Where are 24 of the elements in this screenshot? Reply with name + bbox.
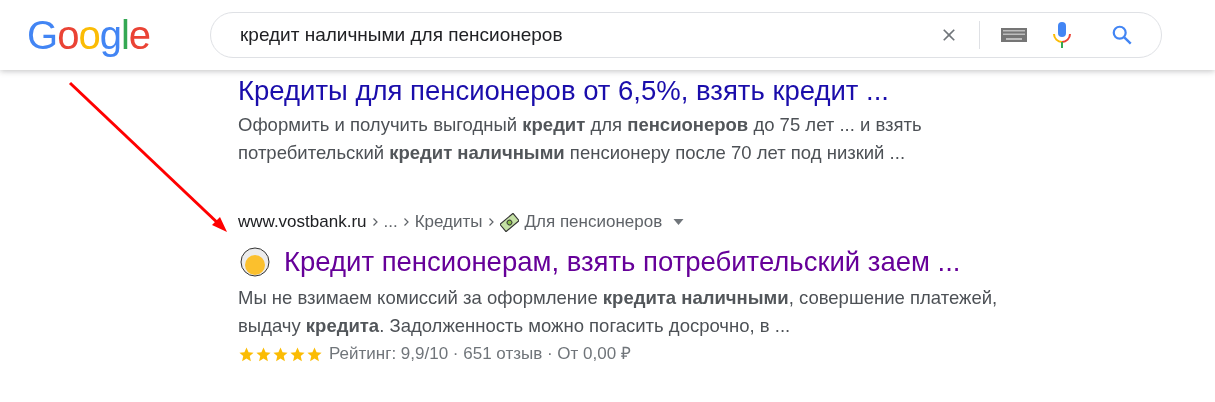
keyboard-icon[interactable] <box>1001 28 1027 42</box>
logo-letter: G <box>27 13 58 57</box>
search-input[interactable]: кредит наличными для пенсионеров <box>240 20 939 50</box>
logo-letter: l <box>120 13 129 57</box>
breadcrumb-site[interactable]: www.vostbank.ru <box>238 209 367 235</box>
result-snippet: Мы не взимаем комиссий за оформление кредита наличными, совершение платежей, выдачу кредита. Задолженность можно погасить досрочно, в ... <box>238 286 999 338</box>
breadcrumb-item[interactable]: Кредиты <box>414 209 483 235</box>
chevron-icon <box>403 218 409 226</box>
logo-letter: g <box>99 13 121 57</box>
breadcrumb-item[interactable]: ... <box>383 209 398 235</box>
microphone-icon[interactable] <box>1053 22 1071 48</box>
search-icon[interactable] <box>1111 24 1133 46</box>
logo-letter: o <box>57 13 79 57</box>
rating-text: Рейтинг: 9,9/10 · 651 отзыв · От 0,00 ₽ <box>329 343 631 366</box>
logo-letter: o <box>78 13 100 57</box>
logo-letter: e <box>128 13 150 57</box>
result-snippet: Оформить и получить выгодный кредит для пенсионеров до 75 лет ... и взять потребительский кредит наличными пенсионеру после 70 лет под низкий ... <box>238 113 923 165</box>
result-title-link[interactable]: Кредиты для пенсионеров от 6,5%, взять кредит ... <box>238 70 889 112</box>
chevron-icon <box>372 218 378 226</box>
chevron-icon <box>488 218 494 226</box>
dropdown-caret-icon[interactable] <box>673 219 685 225</box>
result-title-link[interactable]: Кредит пенсионерам, взять потребительский заем ... <box>284 241 961 283</box>
breadcrumb-item[interactable]: Для пенсионеров <box>524 209 663 235</box>
google-logo[interactable]: Google <box>27 15 187 55</box>
